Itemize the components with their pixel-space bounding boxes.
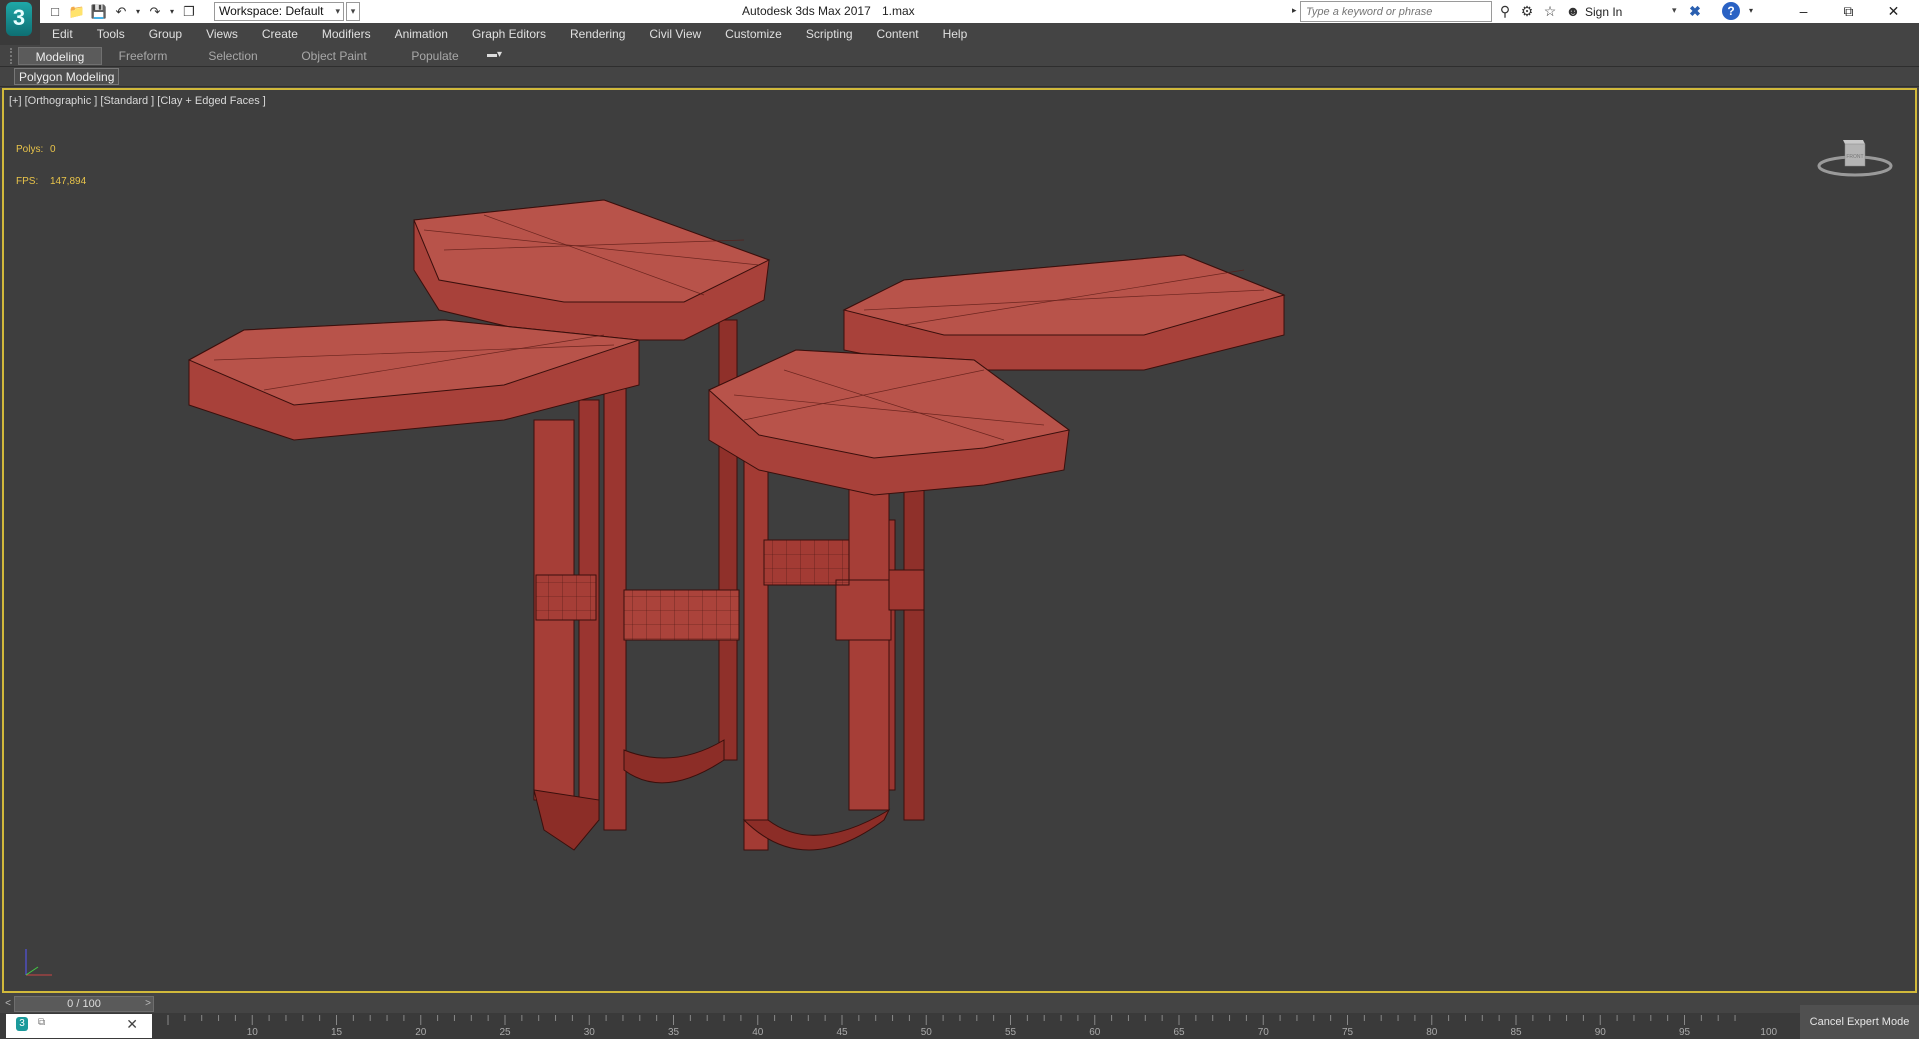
menu-rendering[interactable]: Rendering: [558, 23, 637, 45]
undo-dropdown-icon[interactable]: ▾: [134, 3, 142, 21]
binoculars-icon[interactable]: ⚲: [1496, 2, 1514, 20]
side-tables-model[interactable]: [184, 120, 1334, 880]
track-bar: 3 ⧉ ✕ 10 15 20 25 30 35 40 45 50 55 60 65 70 75 80 85 90…: [0, 1013, 1919, 1039]
timeline-tick-label: 45: [836, 1027, 848, 1038]
menu-bar: Edit Tools Group Views Create Modifiers …: [40, 23, 1919, 45]
timeline-tick-label: 15: [330, 1027, 343, 1038]
undo-icon[interactable]: ↶: [112, 3, 130, 21]
exchange-apps-icon[interactable]: ✖: [1686, 2, 1704, 20]
qat-customize-button[interactable]: ▾: [346, 2, 360, 21]
ribbon-tabs: Modeling Freeform Selection Object Paint…: [0, 45, 1919, 67]
menu-tools[interactable]: Tools: [85, 23, 137, 45]
close-icon[interactable]: ✕: [1871, 0, 1916, 23]
title-bar: □ 📁 💾 ↶ ▾ ↷ ▾ ❐ Workspace: Default ▾ ▾ A…: [0, 0, 1919, 23]
chevron-down-icon: ▾: [335, 6, 340, 16]
timeline-tick-label: 25: [499, 1027, 511, 1038]
timeline-tick-label: 75: [1341, 1027, 1354, 1038]
close-icon[interactable]: ✕: [126, 1016, 138, 1033]
time-prev-icon[interactable]: <: [2, 996, 14, 1012]
search-expand-icon[interactable]: ▸: [1292, 5, 1297, 16]
fps-value: 147,894: [50, 176, 87, 187]
timeline-tick-label: 65: [1173, 1027, 1185, 1038]
timeline-tick-label: 55: [1004, 1027, 1017, 1038]
menu-create[interactable]: Create: [250, 23, 310, 45]
restore-icon[interactable]: ⧉: [1826, 0, 1871, 23]
timeline-tick-label: 85: [1510, 1027, 1522, 1038]
search-box[interactable]: [1300, 1, 1492, 22]
help-dropdown-icon[interactable]: ▾: [1742, 2, 1760, 20]
time-slider-bar: < 0 / 100 >: [0, 995, 1919, 1013]
menu-customize[interactable]: Customize: [713, 23, 794, 45]
timeline-tick-label: 30: [583, 1027, 595, 1038]
redo-dropdown-icon[interactable]: ▾: [168, 3, 176, 21]
menu-civil-view[interactable]: Civil View: [637, 23, 713, 45]
fps-stat: FPS: 147,894: [16, 176, 86, 187]
sign-in-button[interactable]: Sign In: [1585, 5, 1622, 19]
ribbon-panel-bar: Polygon Modeling: [0, 67, 1919, 87]
cancel-expert-mode-button[interactable]: Cancel Expert Mode: [1800, 1005, 1919, 1039]
minimize-icon[interactable]: –: [1781, 0, 1826, 23]
timeline-tick-label: 70: [1257, 1027, 1269, 1038]
help-icon[interactable]: ?: [1722, 2, 1740, 20]
menu-content[interactable]: Content: [865, 23, 931, 45]
menu-views[interactable]: Views: [194, 23, 250, 45]
time-slider[interactable]: 0 / 100: [14, 996, 154, 1012]
viewport-label-menu[interactable]: [+] [Orthographic ] [Standard ] [Clay + …: [9, 95, 266, 107]
timeline-tick-label: 90: [1594, 1027, 1606, 1038]
redo-icon[interactable]: ↷: [146, 3, 164, 21]
tab-populate[interactable]: Populate: [400, 47, 470, 65]
perspective-viewport[interactable]: [+] [Orthographic ] [Standard ] [Clay + …: [2, 88, 1917, 993]
window-icon: ⧉: [38, 1017, 46, 1028]
tab-selection[interactable]: Selection: [198, 47, 268, 65]
workspace-label: Workspace: Default: [219, 4, 324, 18]
tab-object-paint[interactable]: Object Paint: [294, 47, 374, 65]
menu-graph-editors[interactable]: Graph Editors: [460, 23, 558, 45]
timeline-tick-label: 20: [415, 1027, 427, 1038]
quick-access-toolbar: □ 📁 💾 ↶ ▾ ↷ ▾ ❐: [46, 0, 198, 23]
app-menu-button[interactable]: 3: [0, 0, 40, 45]
ribbon-minimize-icon[interactable]: ▬▾: [487, 49, 509, 63]
timeline-tick-label: 100: [1760, 1027, 1778, 1038]
sign-in-dropdown-icon[interactable]: ▾: [1672, 5, 1677, 16]
new-file-icon[interactable]: □: [46, 3, 64, 21]
3dsmax-small-icon: 3: [16, 1017, 28, 1031]
user-icon[interactable]: ☻: [1564, 2, 1582, 20]
timeline-tick-label: 80: [1426, 1027, 1438, 1038]
file-name: 1.max: [882, 4, 915, 18]
app-title: Autodesk 3ds Max 2017: [742, 4, 871, 18]
time-next-icon[interactable]: >: [142, 996, 154, 1012]
open-file-icon[interactable]: 📁: [68, 3, 86, 21]
polys-value: 0: [50, 144, 56, 155]
polys-stat: Polys: 0: [16, 144, 56, 155]
ribbon-drag-handle[interactable]: [10, 48, 14, 64]
fps-label: FPS:: [16, 176, 39, 187]
workspace-select[interactable]: Workspace: Default ▾: [214, 2, 344, 21]
search-input[interactable]: [1301, 2, 1491, 21]
timeline-tick-label: 50: [920, 1027, 932, 1038]
axis-tripod-icon: [25, 949, 52, 976]
polygon-modeling-panel[interactable]: Polygon Modeling: [14, 68, 120, 85]
viewcube-icon[interactable]: FRONT: [1815, 126, 1895, 186]
tab-modeling[interactable]: Modeling: [18, 47, 102, 65]
viewcube-face-label: FRONT: [1846, 154, 1863, 160]
maxscript-listener-box[interactable]: 3 ⧉ ✕: [6, 1014, 152, 1038]
save-icon[interactable]: 💾: [90, 3, 108, 21]
tab-freeform[interactable]: Freeform: [108, 47, 178, 65]
project-folder-icon[interactable]: ❐: [180, 3, 198, 21]
timeline-tick-label: 35: [667, 1027, 680, 1038]
3dsmax-logo-icon: 3: [6, 2, 32, 36]
menu-group[interactable]: Group: [137, 23, 194, 45]
favorites-star-icon[interactable]: ☆: [1541, 2, 1559, 20]
menu-help[interactable]: Help: [931, 23, 980, 45]
timeline-tick-label: 60: [1089, 1027, 1101, 1038]
timeline-tick-label: 40: [752, 1027, 764, 1038]
menu-modifiers[interactable]: Modifiers: [310, 23, 383, 45]
timeline-tick-label: 95: [1678, 1027, 1691, 1038]
timeline-tick-label: 10: [246, 1027, 258, 1038]
polys-label: Polys:: [16, 144, 44, 155]
menu-scripting[interactable]: Scripting: [794, 23, 865, 45]
menu-animation[interactable]: Animation: [383, 23, 460, 45]
communication-center-icon[interactable]: ⚙: [1518, 2, 1536, 20]
menu-edit[interactable]: Edit: [40, 23, 85, 45]
